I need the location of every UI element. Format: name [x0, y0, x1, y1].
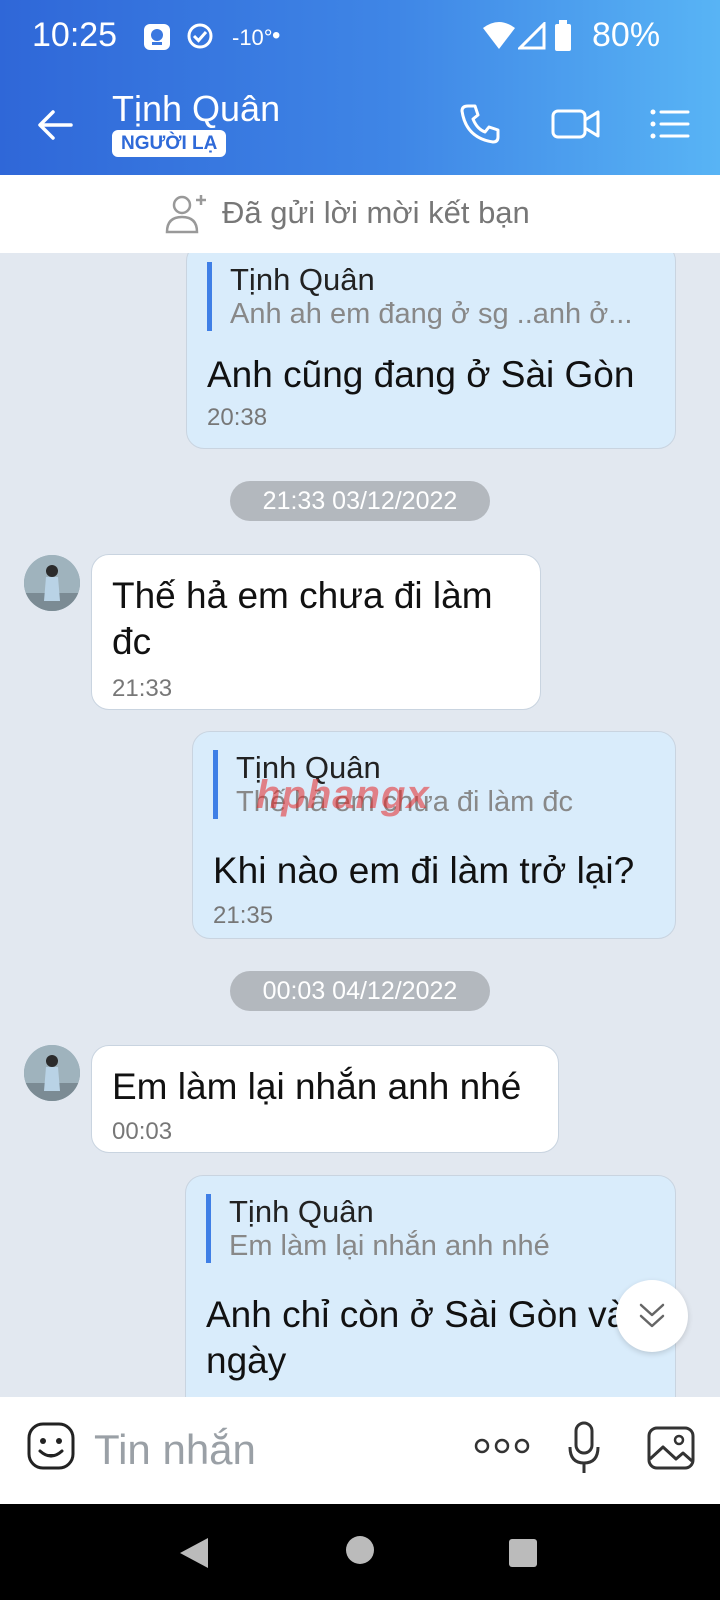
video-camera-icon — [551, 109, 600, 139]
more-dots-icon — [474, 1438, 530, 1454]
battery-percent: 80% — [592, 16, 661, 54]
friend-request-bar: Đã gửi lời mời kết bạn — [0, 175, 720, 253]
message-time: 00:03 — [112, 1118, 173, 1145]
double-chevron-down-icon — [639, 1303, 665, 1328]
avatar[interactable] — [24, 1045, 80, 1101]
emoji-button[interactable] — [26, 1421, 76, 1476]
triangle-back-icon — [180, 1538, 208, 1568]
date-separator: 00:03 04/12/2022 — [230, 971, 490, 1011]
phone-icon — [460, 104, 500, 144]
image-icon — [647, 1426, 695, 1470]
date-separator: 21:33 03/12/2022 — [230, 481, 490, 521]
quote-author: Tịnh Quân — [229, 1194, 374, 1229]
message-text: Em làm lại nhắn anh nhé — [112, 1066, 522, 1107]
quote-author: Tịnh Quân — [230, 262, 375, 297]
more-options-button[interactable] — [474, 1433, 530, 1464]
status-temperature: -10° — [232, 25, 273, 50]
list-icon — [650, 109, 690, 139]
system-nav-bar — [0, 1504, 720, 1600]
check-circle-icon — [186, 22, 214, 55]
message-bubble-outgoing[interactable]: Tịnh Quân Thế hả em chưa đi làm đc Khi n… — [192, 731, 676, 939]
message-text: Anh chỉ còn ở Sài Gòn vài ngày — [206, 1294, 636, 1381]
message-text: Khi nào em đi làm trở lại? — [213, 850, 635, 891]
watermark: hphangx — [256, 773, 430, 817]
back-button[interactable] — [30, 100, 80, 150]
status-dot: • — [272, 22, 281, 49]
user-plus-icon — [164, 191, 210, 243]
message-time: 21:35 — [213, 902, 274, 929]
nav-recents-button[interactable] — [508, 1538, 538, 1573]
quote-text: Em làm lại nhắn anh nhé — [229, 1230, 550, 1262]
wifi-icon — [482, 22, 516, 55]
status-time: 10:25 — [32, 16, 118, 54]
quoted-message: Tịnh Quân Em làm lại nhắn anh nhé — [206, 1194, 659, 1263]
video-call-button[interactable] — [550, 102, 606, 152]
app-bar: Tịnh Quân NGƯỜI LẠ — [0, 78, 720, 175]
nav-home-button[interactable] — [344, 1534, 376, 1571]
contact-name[interactable]: Tịnh Quân — [112, 88, 280, 130]
notification-app-icon — [142, 22, 172, 57]
arrow-left-icon — [38, 110, 73, 140]
message-time: 20:38 — [207, 404, 268, 431]
scroll-to-bottom-button[interactable] — [616, 1280, 688, 1352]
circle-home-icon — [346, 1536, 374, 1564]
square-recents-icon — [509, 1539, 537, 1567]
signal-icon — [516, 20, 546, 55]
friend-request-text: Đã gửi lời mời kết bạn — [222, 195, 530, 230]
message-bubble-outgoing[interactable]: Tịnh Quân Anh ah em đang ở sg ..anh ở...… — [186, 253, 676, 449]
voice-call-button[interactable] — [458, 102, 508, 152]
send-image-button[interactable] — [646, 1425, 696, 1476]
message-composer — [0, 1397, 720, 1504]
chat-area[interactable]: Tịnh Quân Anh ah em đang ở sg ..anh ở...… — [0, 253, 720, 1397]
quoted-message: Tịnh Quân Anh ah em đang ở sg ..anh ở... — [207, 262, 660, 331]
message-input[interactable] — [92, 1419, 436, 1481]
stranger-badge: NGƯỜI LẠ — [112, 130, 227, 157]
message-text: Anh cũng đang ở Sài Gòn — [207, 354, 635, 395]
emoji-icon — [27, 1422, 75, 1470]
message-bubble-outgoing[interactable]: Tịnh Quân Em làm lại nhắn anh nhé Anh ch… — [185, 1175, 676, 1397]
status-bar: 10:25 -10° • 80% — [0, 0, 720, 78]
message-bubble-incoming[interactable]: Em làm lại nhắn anh nhé 00:03 — [91, 1045, 559, 1153]
microphone-icon — [568, 1421, 600, 1473]
header-background: 10:25 -10° • 80% Tịnh Quân NGƯỜI LẠ — [0, 0, 720, 175]
avatar[interactable] — [24, 555, 80, 611]
nav-back-button[interactable] — [178, 1536, 210, 1575]
menu-button[interactable] — [648, 102, 696, 152]
battery-icon — [554, 20, 572, 57]
voice-message-button[interactable] — [566, 1421, 602, 1482]
quote-text: Anh ah em đang ở sg ..anh ở... — [230, 298, 633, 330]
message-bubble-incoming[interactable]: Thế hả em chưa đi làm đc 21:33 — [91, 554, 541, 710]
message-text: Thế hả em chưa đi làm đc — [112, 575, 493, 662]
message-time: 21:33 — [112, 675, 173, 702]
